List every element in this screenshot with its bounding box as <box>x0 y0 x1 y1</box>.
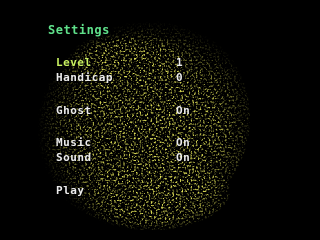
menu-item-handicap-value: 0 <box>176 71 184 84</box>
menu-item-sound-label: Sound <box>56 151 92 164</box>
menu-item-play-label: Play <box>56 184 85 197</box>
menu-item-music-label: Music <box>56 136 92 149</box>
settings-screen: Settings Level 1 Handicap 0 Ghost On Mus… <box>0 0 256 240</box>
page-title: Settings <box>48 23 110 37</box>
menu-item-music-value: On <box>176 136 191 149</box>
menu-item-handicap-label: Handicap <box>56 71 113 84</box>
menu-item-level-value: 1 <box>176 56 184 69</box>
menu-item-ghost-value: On <box>176 104 191 117</box>
textured-creature-artwork <box>0 0 256 240</box>
menu-item-sound-value: On <box>176 151 191 164</box>
menu-item-ghost-label: Ghost <box>56 104 92 117</box>
menu-item-level-label: Level <box>56 56 92 69</box>
